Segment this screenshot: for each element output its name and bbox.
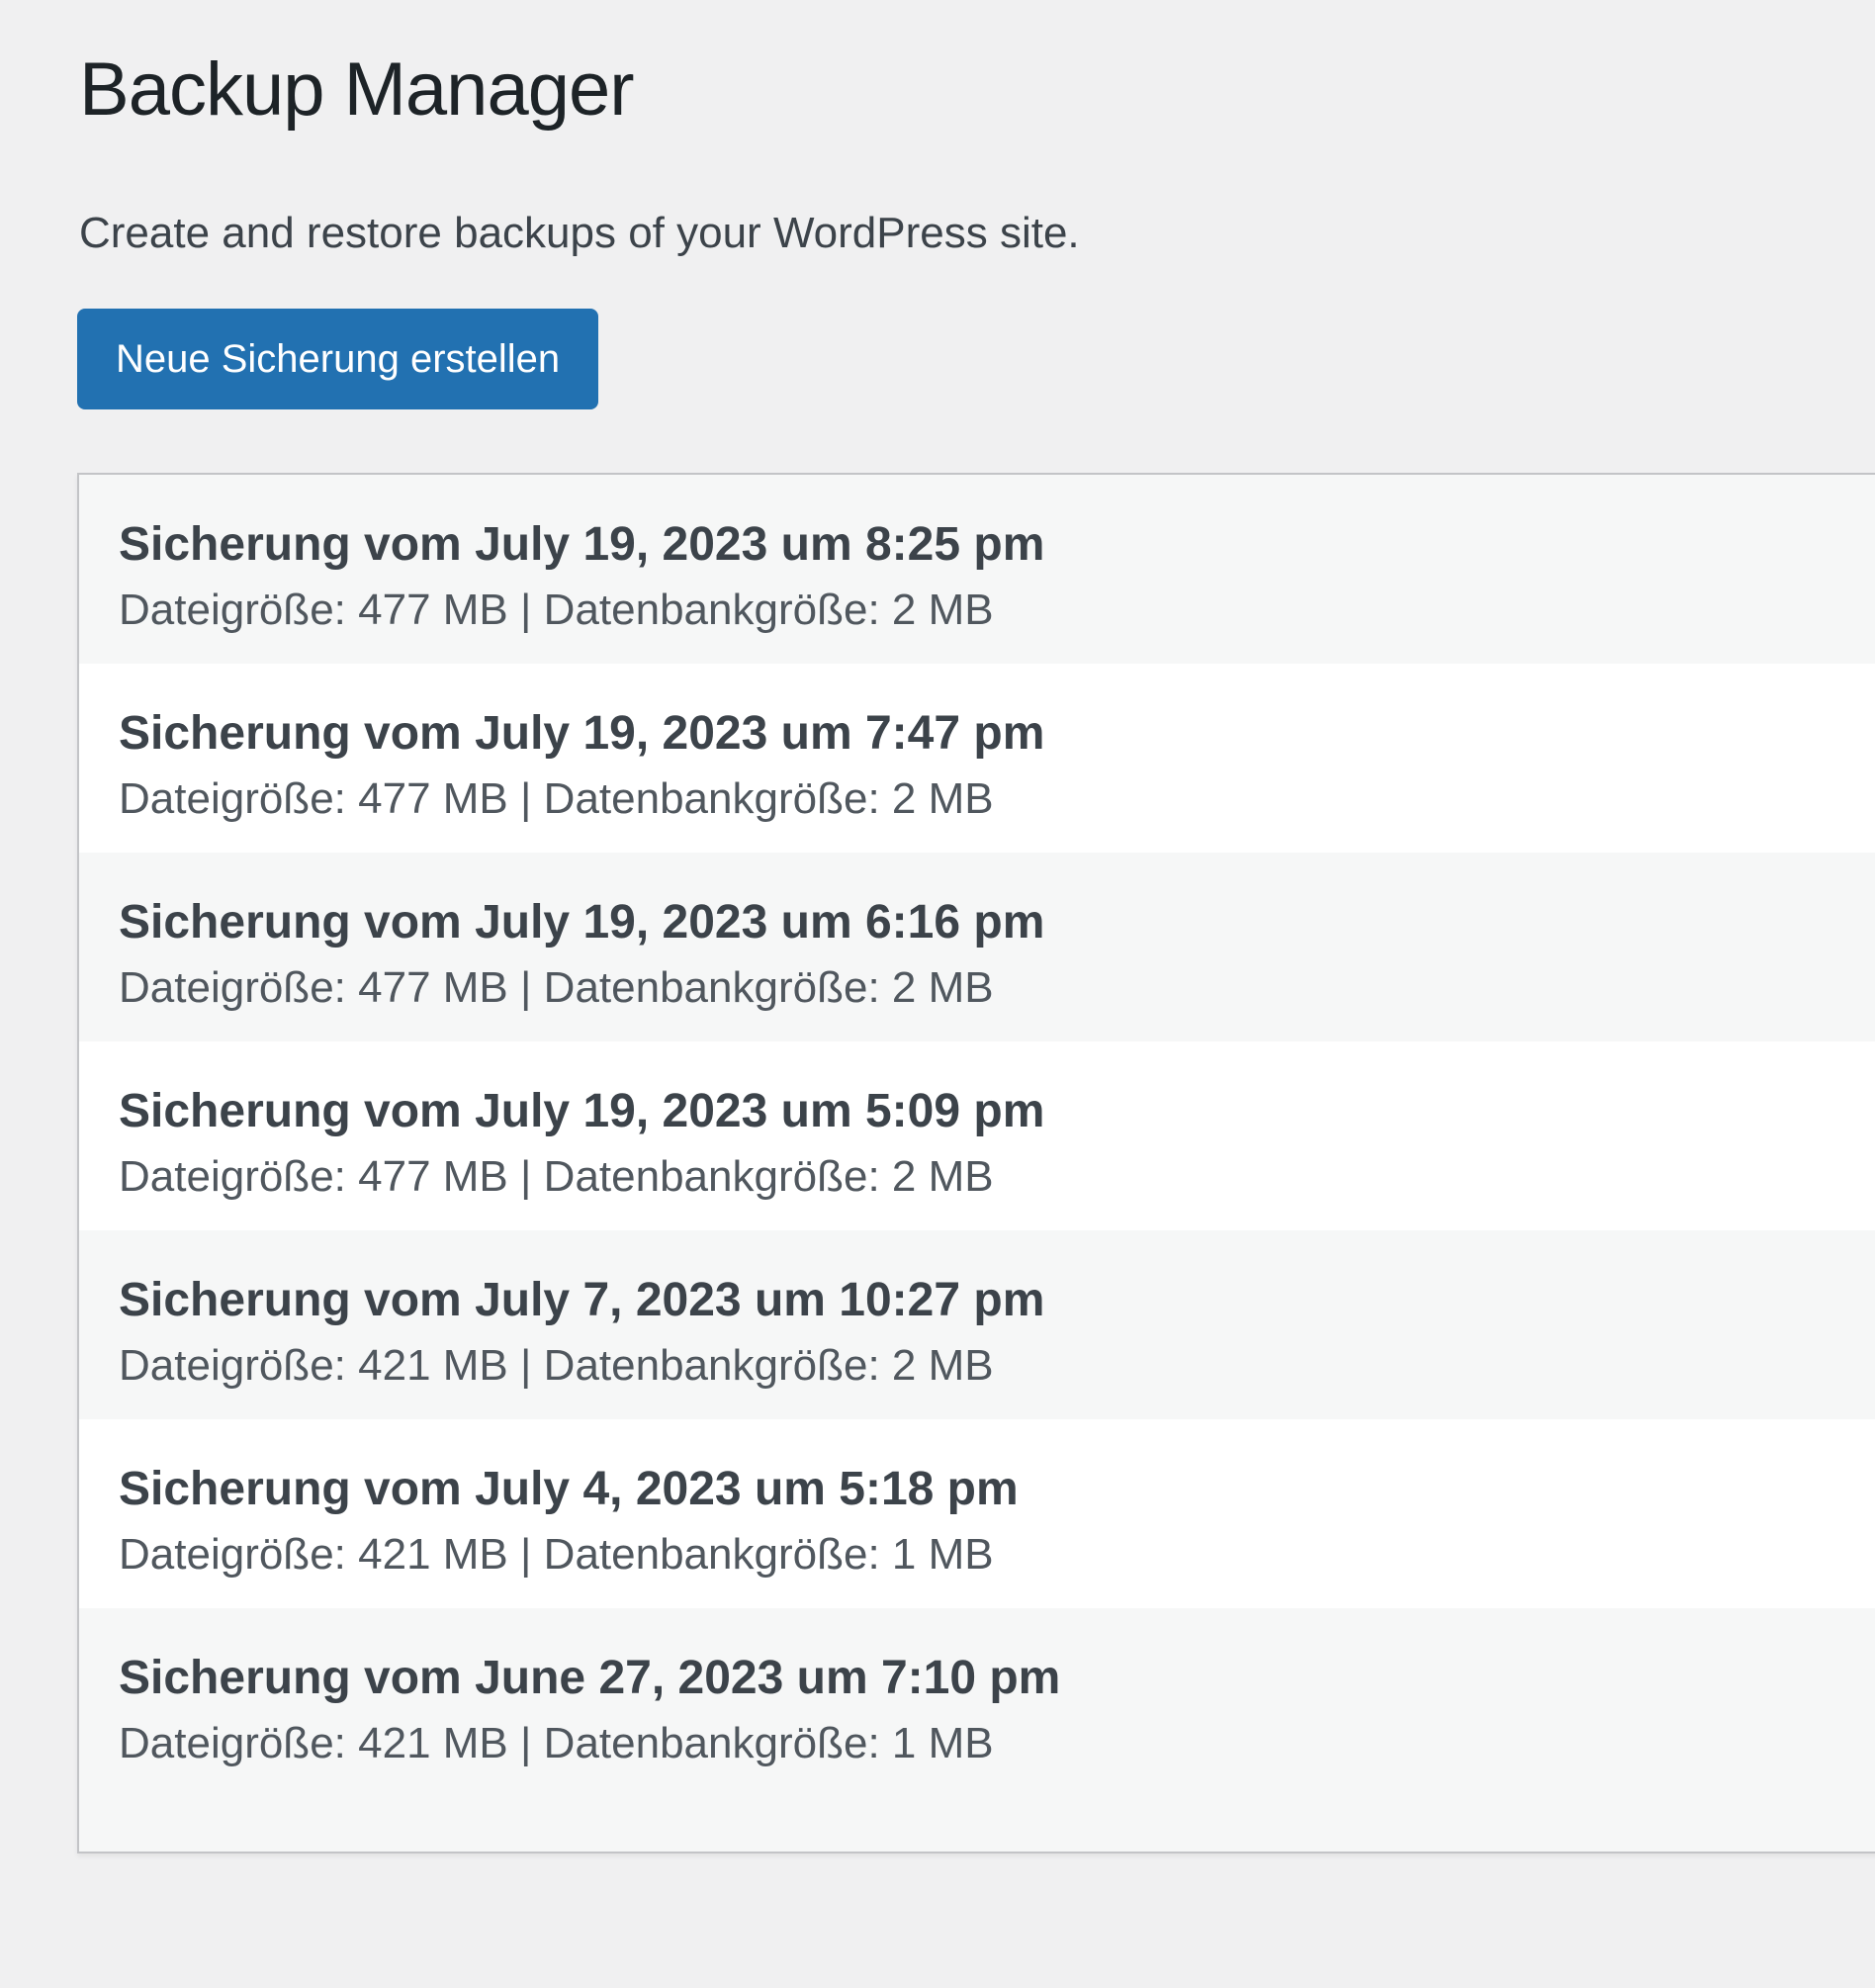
database-size-label: Datenbankgröße:: [544, 1341, 880, 1390]
file-size-label: Dateigröße:: [119, 586, 346, 634]
database-size-label: Datenbankgröße:: [544, 774, 880, 823]
database-size-label: Datenbankgröße:: [544, 1530, 880, 1579]
file-size-label: Dateigröße:: [119, 1530, 346, 1579]
backup-meta: Dateigröße: 477 MB | Datenbankgröße: 2 M…: [119, 583, 1843, 637]
database-size-value: 1 MB: [892, 1530, 994, 1579]
file-size-label: Dateigröße:: [119, 774, 346, 823]
database-size-value: 2 MB: [892, 1152, 994, 1201]
meta-separator: |: [520, 1152, 531, 1201]
backup-title: Sicherung vom July 19, 2023 um 8:25 pm: [119, 515, 1843, 575]
backup-list-item[interactable]: Sicherung vom July 19, 2023 um 8:25 pm D…: [79, 475, 1875, 664]
file-size-value: 477 MB: [358, 774, 520, 823]
database-size-value: 2 MB: [892, 963, 994, 1012]
backup-title: Sicherung vom July 19, 2023 um 5:09 pm: [119, 1082, 1843, 1141]
file-size-label: Dateigröße:: [119, 963, 346, 1012]
file-size-label: Dateigröße:: [119, 1341, 346, 1390]
backup-title: Sicherung vom June 27, 2023 um 7:10 pm: [119, 1649, 1843, 1708]
backup-title: Sicherung vom July 19, 2023 um 7:47 pm: [119, 704, 1843, 764]
backup-list-item[interactable]: Sicherung vom June 27, 2023 um 7:10 pm D…: [79, 1608, 1875, 1852]
meta-separator: |: [520, 586, 531, 634]
backup-manager-page: Backup Manager Create and restore backup…: [0, 42, 1875, 1988]
backup-title: Sicherung vom July 4, 2023 um 5:18 pm: [119, 1460, 1843, 1519]
database-size-label: Datenbankgröße:: [544, 1719, 880, 1767]
backup-meta: Dateigröße: 477 MB | Datenbankgröße: 2 M…: [119, 771, 1843, 826]
database-size-value: 2 MB: [892, 586, 994, 634]
backup-list-item[interactable]: Sicherung vom July 19, 2023 um 6:16 pm D…: [79, 853, 1875, 1041]
create-backup-button[interactable]: Neue Sicherung erstellen: [77, 309, 598, 409]
file-size-value: 477 MB: [358, 1152, 520, 1201]
backup-title: Sicherung vom July 7, 2023 um 10:27 pm: [119, 1271, 1843, 1330]
file-size-value: 477 MB: [358, 963, 520, 1012]
backup-meta: Dateigröße: 421 MB | Datenbankgröße: 2 M…: [119, 1338, 1843, 1393]
file-size-value: 421 MB: [358, 1341, 520, 1390]
file-size-label: Dateigröße:: [119, 1152, 346, 1201]
database-size-value: 2 MB: [892, 774, 994, 823]
backup-list-panel: Sicherung vom July 19, 2023 um 8:25 pm D…: [77, 473, 1875, 1853]
database-size-value: 2 MB: [892, 1341, 994, 1390]
meta-separator: |: [520, 1341, 531, 1390]
meta-separator: |: [520, 963, 531, 1012]
backup-list-item[interactable]: Sicherung vom July 7, 2023 um 10:27 pm D…: [79, 1230, 1875, 1419]
meta-separator: |: [520, 1719, 531, 1767]
backup-list-item[interactable]: Sicherung vom July 4, 2023 um 5:18 pm Da…: [79, 1419, 1875, 1608]
file-size-label: Dateigröße:: [119, 1719, 346, 1767]
backup-list: Sicherung vom July 19, 2023 um 8:25 pm D…: [79, 475, 1875, 1852]
meta-separator: |: [520, 1530, 531, 1579]
database-size-label: Datenbankgröße:: [544, 963, 880, 1012]
file-size-value: 421 MB: [358, 1719, 520, 1767]
backup-meta: Dateigröße: 421 MB | Datenbankgröße: 1 M…: [119, 1716, 1843, 1770]
database-size-label: Datenbankgröße:: [544, 586, 880, 634]
meta-separator: |: [520, 774, 531, 823]
backup-meta: Dateigröße: 477 MB | Datenbankgröße: 2 M…: [119, 960, 1843, 1015]
file-size-value: 477 MB: [358, 586, 520, 634]
backup-meta: Dateigröße: 421 MB | Datenbankgröße: 1 M…: [119, 1527, 1843, 1581]
page-subtitle: Create and restore backups of your WordP…: [79, 203, 1875, 264]
database-size-value: 1 MB: [892, 1719, 994, 1767]
backup-meta: Dateigröße: 477 MB | Datenbankgröße: 2 M…: [119, 1149, 1843, 1204]
backup-list-item[interactable]: Sicherung vom July 19, 2023 um 5:09 pm D…: [79, 1041, 1875, 1230]
database-size-label: Datenbankgröße:: [544, 1152, 880, 1201]
backup-list-item[interactable]: Sicherung vom July 19, 2023 um 7:47 pm D…: [79, 664, 1875, 853]
page-title: Backup Manager: [79, 42, 1875, 139]
backup-title: Sicherung vom July 19, 2023 um 6:16 pm: [119, 893, 1843, 952]
file-size-value: 421 MB: [358, 1530, 520, 1579]
